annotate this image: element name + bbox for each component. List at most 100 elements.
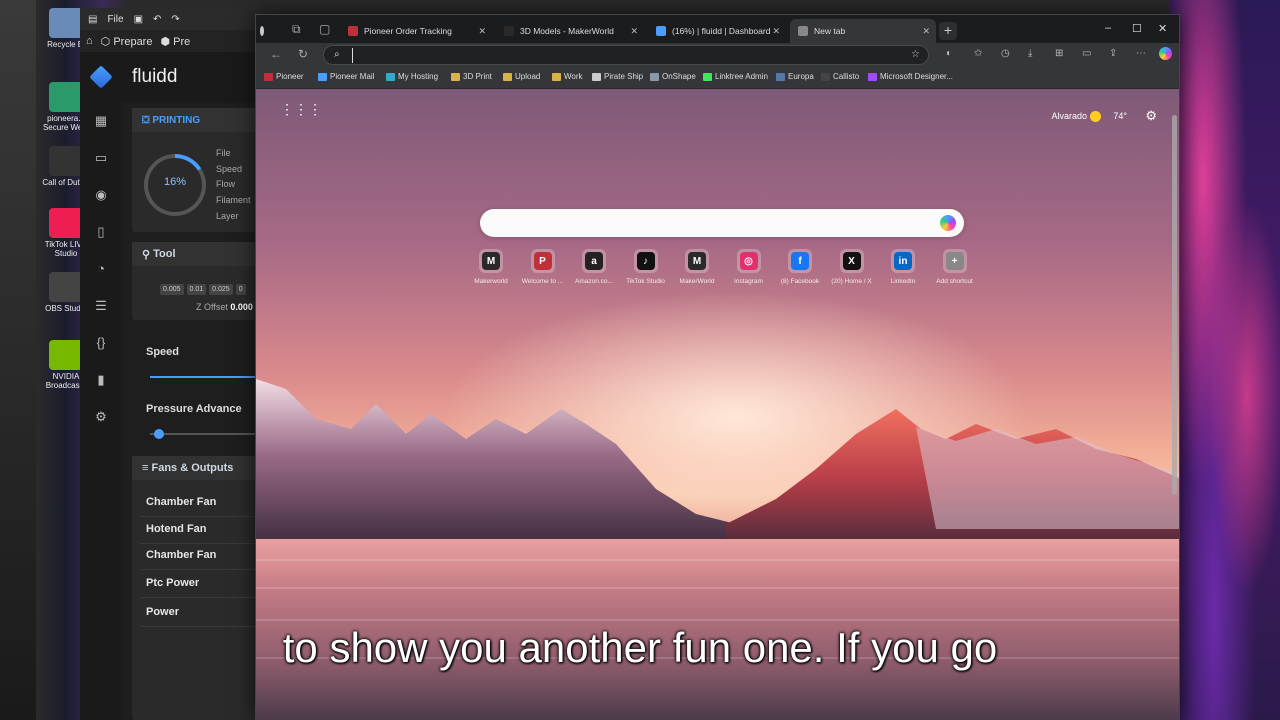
menu-icon[interactable]: ▤ (88, 14, 97, 25)
tune-icon[interactable]: ☰ (80, 287, 122, 324)
system-icon[interactable]: ▮ (80, 361, 122, 398)
scrollbar[interactable] (1172, 115, 1177, 495)
home-icon[interactable]: ⌂ (86, 35, 93, 47)
tab-close-icon[interactable]: ✕ (478, 26, 486, 37)
save-icon[interactable]: ▣ (134, 14, 143, 25)
fan-output-item[interactable]: Chamber Fan (146, 549, 216, 561)
bookmark-item[interactable]: Microsoft Designer... (868, 72, 953, 81)
app-icon (49, 208, 83, 238)
apps-launcher-icon[interactable]: ⋮⋮⋮ (280, 101, 322, 118)
share-icon[interactable]: ⇪ (1109, 48, 1117, 59)
printing-title: PRINTING (152, 114, 201, 126)
undo-icon[interactable]: ↶ (153, 14, 161, 25)
tab-favicon-icon (798, 26, 808, 36)
workspaces-icon[interactable] (256, 19, 270, 43)
browser-tab[interactable]: Pioneer Order Tracking ✕ (340, 19, 492, 43)
tab-title: New tab (814, 26, 846, 36)
screen-cast-icon[interactable]: ▭ (1082, 48, 1091, 59)
z-step-button[interactable]: 0.005 (160, 284, 184, 295)
bookmark-item[interactable]: Pirate Ship (592, 72, 643, 81)
history-icon[interactable]: ◔ (80, 250, 122, 287)
close-button[interactable]: ✕ (1158, 22, 1167, 35)
fans-title: Fans & Outputs (151, 462, 234, 474)
z-step-button[interactable]: 0.01 (186, 284, 207, 295)
bookmark-icon (552, 72, 561, 81)
page-settings-icon[interactable]: ⚙ (1145, 108, 1157, 124)
favorites-icon[interactable]: ✩ (974, 48, 982, 59)
shortcut-tile[interactable]: ◎ Instagram (722, 249, 776, 285)
tab-close-icon[interactable]: ✕ (772, 26, 780, 37)
camera-icon[interactable]: ◉ (80, 176, 122, 213)
address-bar[interactable]: ⌕ ☆ (323, 45, 929, 65)
fan-output-item[interactable]: Power (146, 606, 179, 618)
settings-icon[interactable]: ⚙ (80, 398, 122, 435)
extension-icon[interactable]: ◐ (946, 48, 952, 59)
history-icon[interactable]: ◷ (1001, 48, 1010, 59)
bookmark-item[interactable]: Linktree Admin (703, 72, 768, 81)
monitor-bezel (0, 0, 36, 720)
files-icon[interactable]: ▯ (80, 213, 122, 250)
bookmark-item[interactable]: My Hosting (386, 72, 438, 81)
maximize-button[interactable]: ☐ (1132, 22, 1142, 35)
more-icon[interactable]: ⋯ (1136, 48, 1146, 59)
shortcut-tile[interactable]: X (20) Home / X (825, 249, 879, 285)
z-step-button[interactable]: 0 (235, 284, 246, 295)
dashboard-icon[interactable]: ▦ (80, 102, 122, 139)
downloads-icon[interactable]: ⤓ (1028, 48, 1032, 59)
shortcut-tile[interactable]: ♪ TikTok Studio (619, 249, 673, 285)
fan-output-item[interactable]: Ptc Power (146, 577, 199, 589)
tab-title: Pioneer Order Tracking (364, 26, 452, 36)
bookmark-item[interactable]: Pioneer Mail (318, 72, 374, 81)
tab-prepare[interactable]: ⬡ Prepare (101, 35, 153, 48)
tab-actions-icon[interactable]: ▢ (319, 22, 330, 36)
weather-temperature[interactable]: 74° (1113, 111, 1127, 121)
address-input[interactable] (352, 48, 892, 63)
macros-icon[interactable]: {} (80, 324, 122, 361)
shortcut-tile[interactable]: P Welcome to ... (516, 249, 570, 285)
favorite-star-icon[interactable]: ☆ (911, 49, 920, 60)
pressure-advance-knob[interactable] (154, 429, 164, 439)
bookmark-item[interactable]: OnShape (650, 72, 696, 81)
shortcut-tile[interactable]: a Amazon.co... (567, 249, 621, 285)
browser-tab[interactable]: (16%) | fluidd | Dashboard ✕ (648, 19, 786, 43)
print-stat-label: Speed (216, 163, 243, 174)
bookmark-item[interactable]: 3D Print (451, 72, 492, 81)
shortcut-tile[interactable]: M MakerWorld (670, 249, 724, 285)
copilot-icon[interactable] (940, 215, 956, 231)
tab-close-icon[interactable]: ✕ (630, 26, 638, 37)
shortcut-tile[interactable]: in LinkedIn (876, 249, 930, 285)
shortcut-tile[interactable]: M Makerworld (464, 249, 518, 285)
z-step-button[interactable]: 0.025 (209, 284, 233, 295)
print-stat-label: File (216, 148, 231, 158)
browser-tab[interactable]: New tab ✕ (790, 19, 936, 43)
browser-tab[interactable]: 3D Models - MakerWorld ✕ (496, 19, 644, 43)
console-icon[interactable]: ▭ (80, 139, 122, 176)
bookmark-item[interactable]: Callisto (821, 72, 859, 81)
redo-icon[interactable]: ↷ (171, 14, 179, 25)
shortcut-tile[interactable]: + Add shortcut (928, 249, 982, 285)
bookmark-item[interactable]: Upload (503, 72, 540, 81)
collections-icon[interactable]: ⧉ (292, 22, 301, 37)
bookmark-label: Pioneer Mail (330, 72, 375, 81)
shortcut-tile[interactable]: f (8) Facebook (773, 249, 827, 285)
reload-icon[interactable]: ↻ (298, 47, 308, 61)
web-search-input[interactable] (498, 215, 918, 231)
bookmark-item[interactable]: Work (552, 72, 583, 81)
tab-preview[interactable]: ⬢ Pre (160, 35, 190, 48)
web-search-box[interactable] (480, 209, 964, 237)
apps-icon[interactable]: ⊞ (1055, 48, 1063, 59)
back-icon[interactable]: ← (270, 47, 282, 61)
fan-output-item[interactable]: Hotend Fan (146, 523, 207, 535)
fluidd-titlebar: ▤ File ▣ ↶ ↷ ⌂ ⬡ Prepare ⬢ Pre (80, 8, 280, 52)
new-tab-button[interactable]: + (939, 22, 957, 40)
file-menu[interactable]: File (107, 14, 123, 25)
weather-location[interactable]: Alvarado (1051, 111, 1087, 121)
bookmark-icon (264, 72, 273, 81)
minimize-button[interactable]: – (1105, 22, 1111, 34)
bookmark-item[interactable]: Europa (776, 72, 814, 81)
bookmark-item[interactable]: Pioneer (264, 72, 304, 81)
copilot-icon[interactable] (1159, 47, 1172, 60)
tab-preview-label: Pre (173, 35, 191, 48)
fan-output-item[interactable]: Chamber Fan (146, 496, 216, 508)
tab-close-icon[interactable]: ✕ (922, 26, 930, 37)
